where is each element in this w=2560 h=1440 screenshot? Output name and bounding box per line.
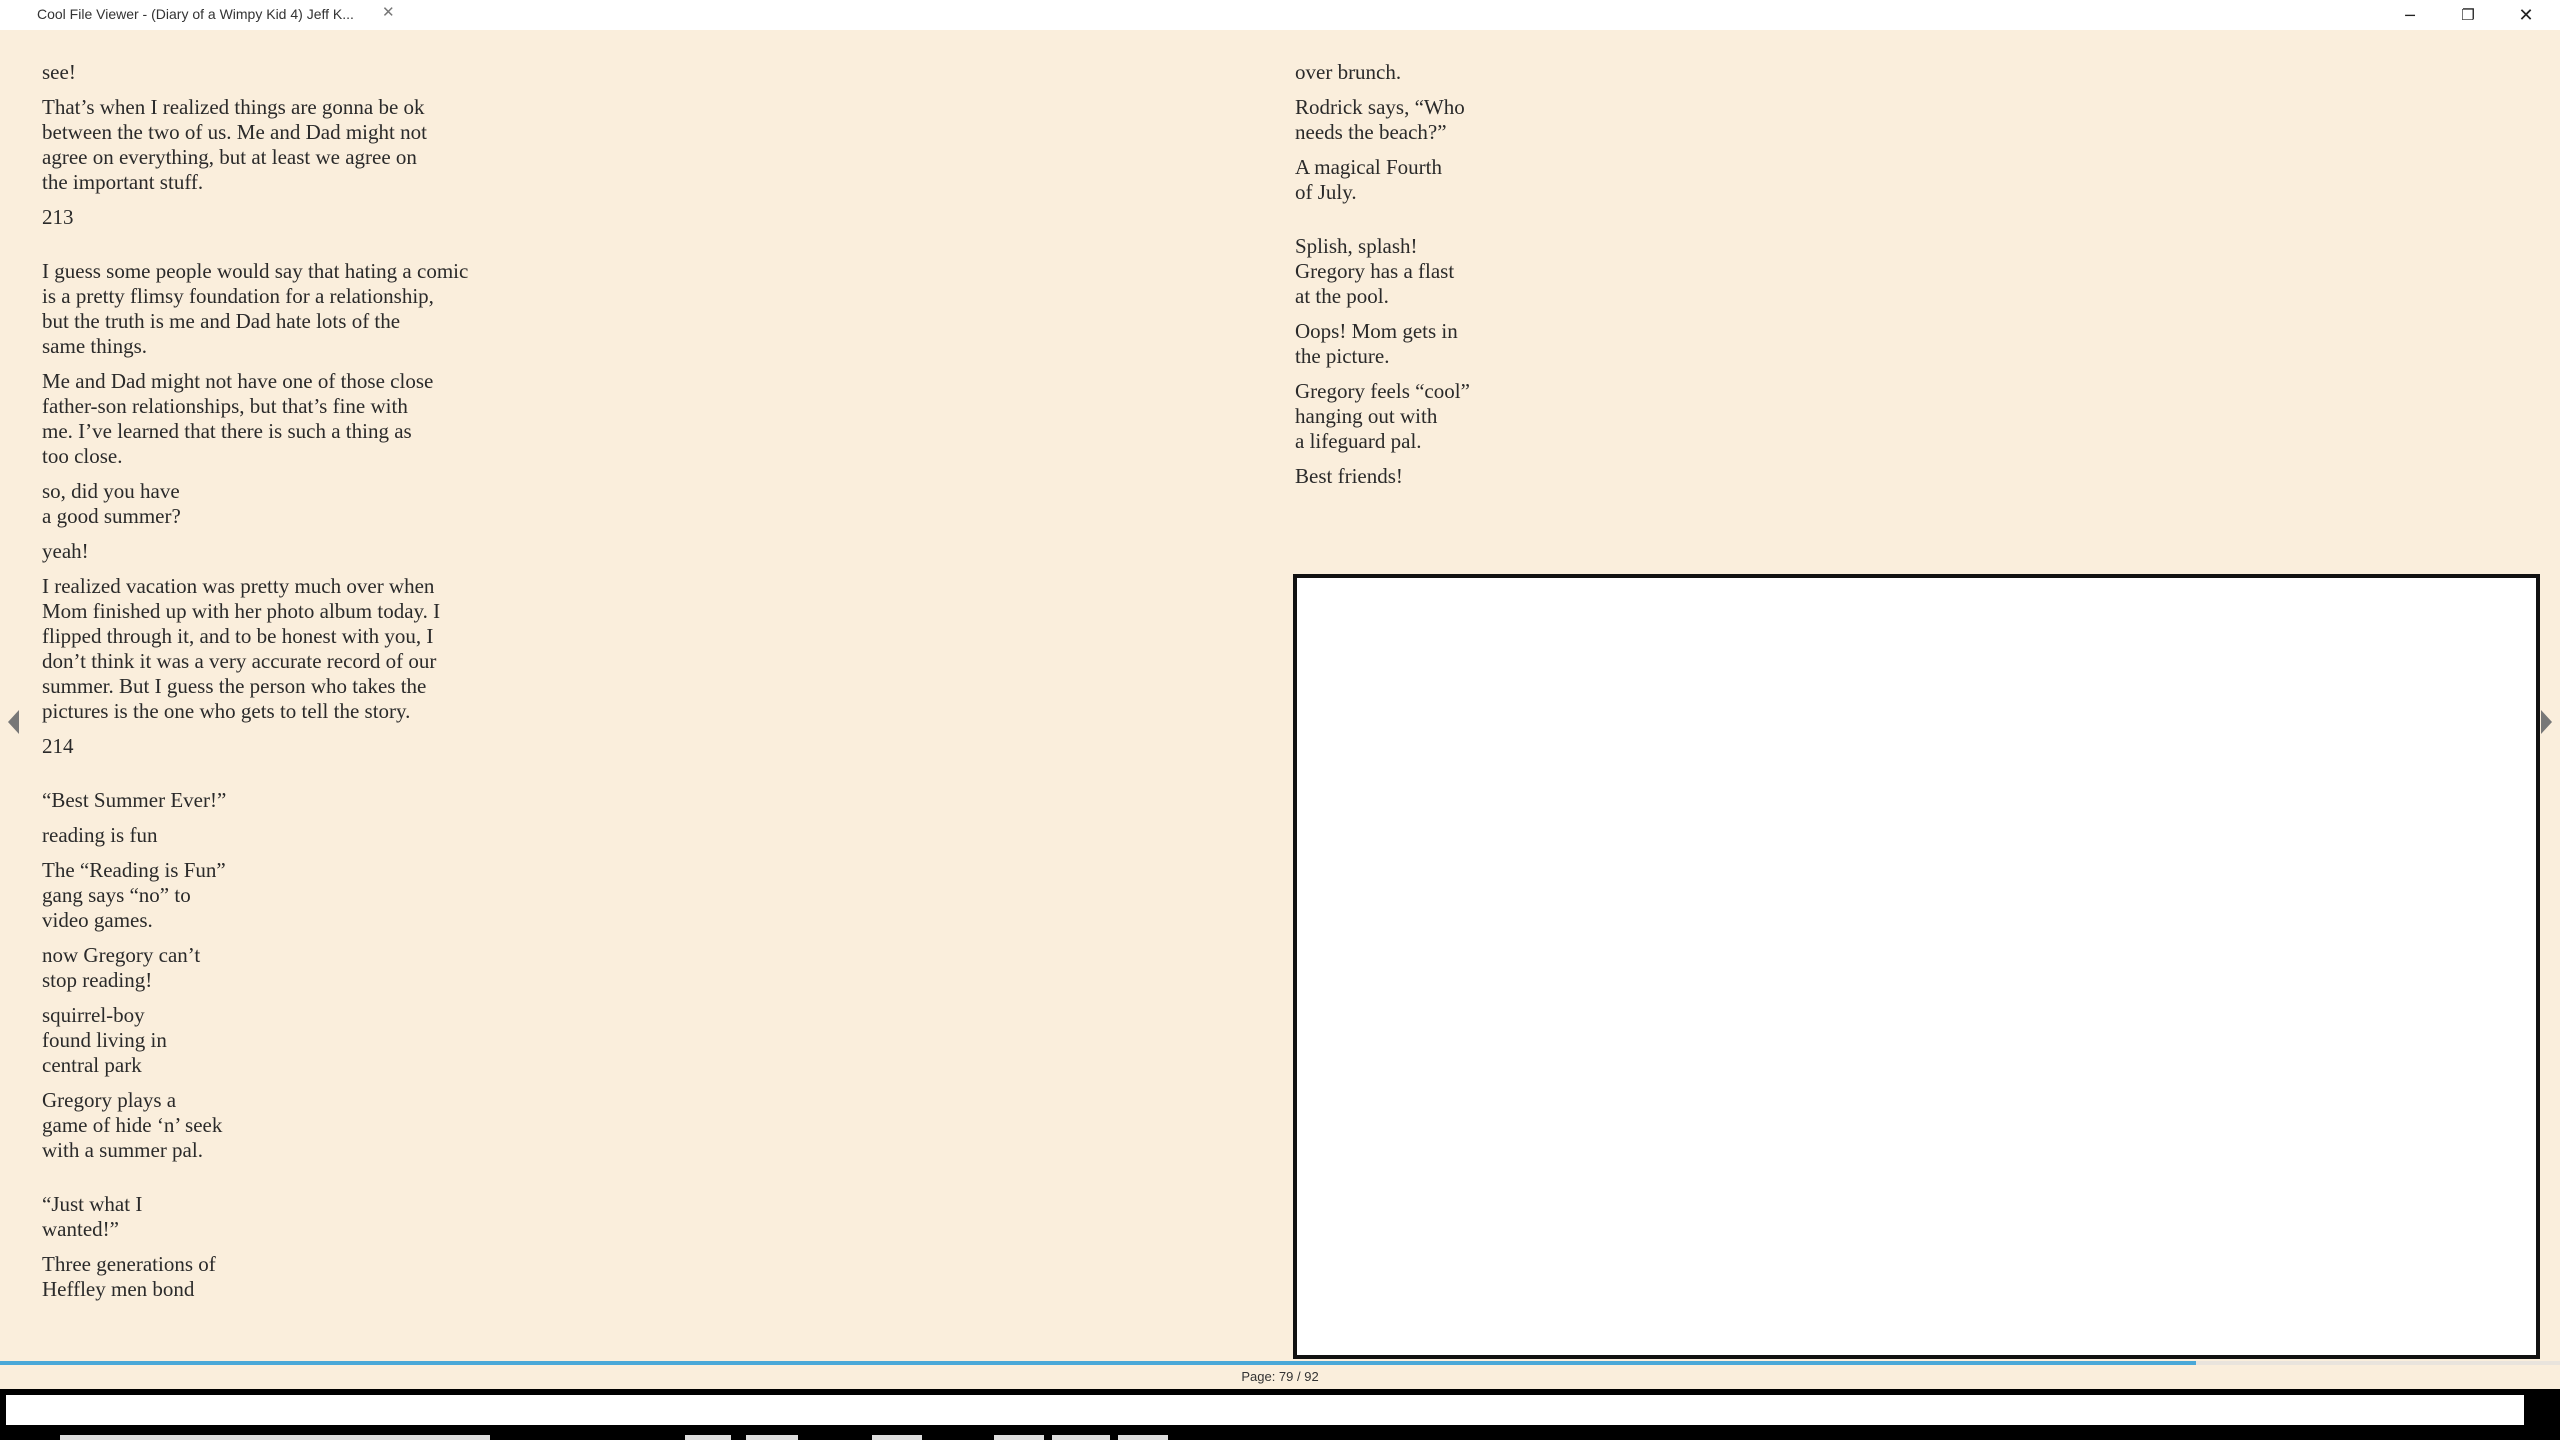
caption: over brunch. [1295, 60, 1402, 84]
left-page-text: see! That’s when I realized things are g… [42, 60, 602, 1312]
illustration-frame [1293, 574, 2540, 1359]
paragraph: so, did you have a good summer? [42, 479, 181, 528]
minimize-icon: ─ [2405, 5, 2415, 25]
restore-button[interactable]: ❐ [2439, 0, 2497, 30]
paragraph: I guess some people would say that hatin… [42, 259, 469, 358]
taskbar-item[interactable] [1052, 1435, 1110, 1440]
taskbar-item[interactable] [994, 1435, 1044, 1440]
caption: Rodrick says, “Who needs the beach?” [1295, 95, 1465, 144]
paragraph: That’s when I realized things are gonna … [42, 95, 427, 194]
reading-progress-fill [0, 1361, 2197, 1365]
taskbar-item[interactable] [746, 1435, 798, 1440]
taskbar-search-field[interactable] [6, 1395, 2524, 1425]
taskbar-item[interactable] [872, 1435, 922, 1440]
page-indicator: Page: 79 / 92 [1241, 1369, 1319, 1384]
caption: Gregory feels “cool” hanging out with a … [1295, 379, 1470, 453]
taskbar [0, 1389, 2560, 1440]
taskbar-item[interactable] [60, 1435, 490, 1440]
taskbar-item[interactable] [1118, 1435, 1168, 1440]
caption: squirrel-boy found living in central par… [42, 1003, 167, 1077]
paragraph: see! [42, 60, 76, 84]
book-reader: see! That’s when I realized things are g… [0, 30, 2560, 1360]
caption: Oops! Mom gets in the picture. [1295, 319, 1458, 368]
triangle-left-icon[interactable] [8, 710, 19, 734]
page-number: 213 [42, 205, 74, 229]
right-page-text: over brunch. Rodrick says, “Who needs th… [1295, 60, 1695, 499]
close-icon: ✕ [2518, 4, 2534, 26]
restore-icon: ❐ [2461, 6, 2475, 24]
title-bar: Cool File Viewer - (Diary of a Wimpy Kid… [0, 0, 2560, 30]
caption: Splish, splash! Gregory has a flast at t… [1295, 234, 1455, 308]
caption: now Gregory can’t stop reading! [42, 943, 201, 992]
window-title: Cool File Viewer - (Diary of a Wimpy Kid… [37, 6, 354, 22]
close-button[interactable]: ✕ [2497, 0, 2555, 30]
caption: “Just what I wanted!” [42, 1192, 143, 1241]
caption: Best friends! [1295, 464, 1403, 488]
page-number: 214 [42, 734, 74, 758]
triangle-right-icon[interactable] [2541, 710, 2552, 734]
paragraph: I realized vacation was pretty much over… [42, 574, 441, 723]
caption: Three generations of Heffley men bond [42, 1252, 216, 1301]
caption: A magical Fourth of July. [1295, 155, 1442, 204]
caption: The “Reading is Fun” gang says “no” to v… [42, 858, 226, 932]
caption: reading is fun [42, 823, 158, 847]
paragraph: yeah! [42, 539, 89, 563]
minimize-button[interactable]: ─ [2381, 0, 2439, 30]
paragraph: Me and Dad might not have one of those c… [42, 369, 434, 468]
caption: Gregory plays a game of hide ‘n’ seek wi… [42, 1088, 223, 1162]
taskbar-item[interactable] [685, 1435, 731, 1440]
caption: “Best Summer Ever!” [42, 788, 227, 812]
tab-close-icon[interactable]: ✕ [382, 3, 395, 21]
reading-progress-bar[interactable] [0, 1361, 2560, 1365]
